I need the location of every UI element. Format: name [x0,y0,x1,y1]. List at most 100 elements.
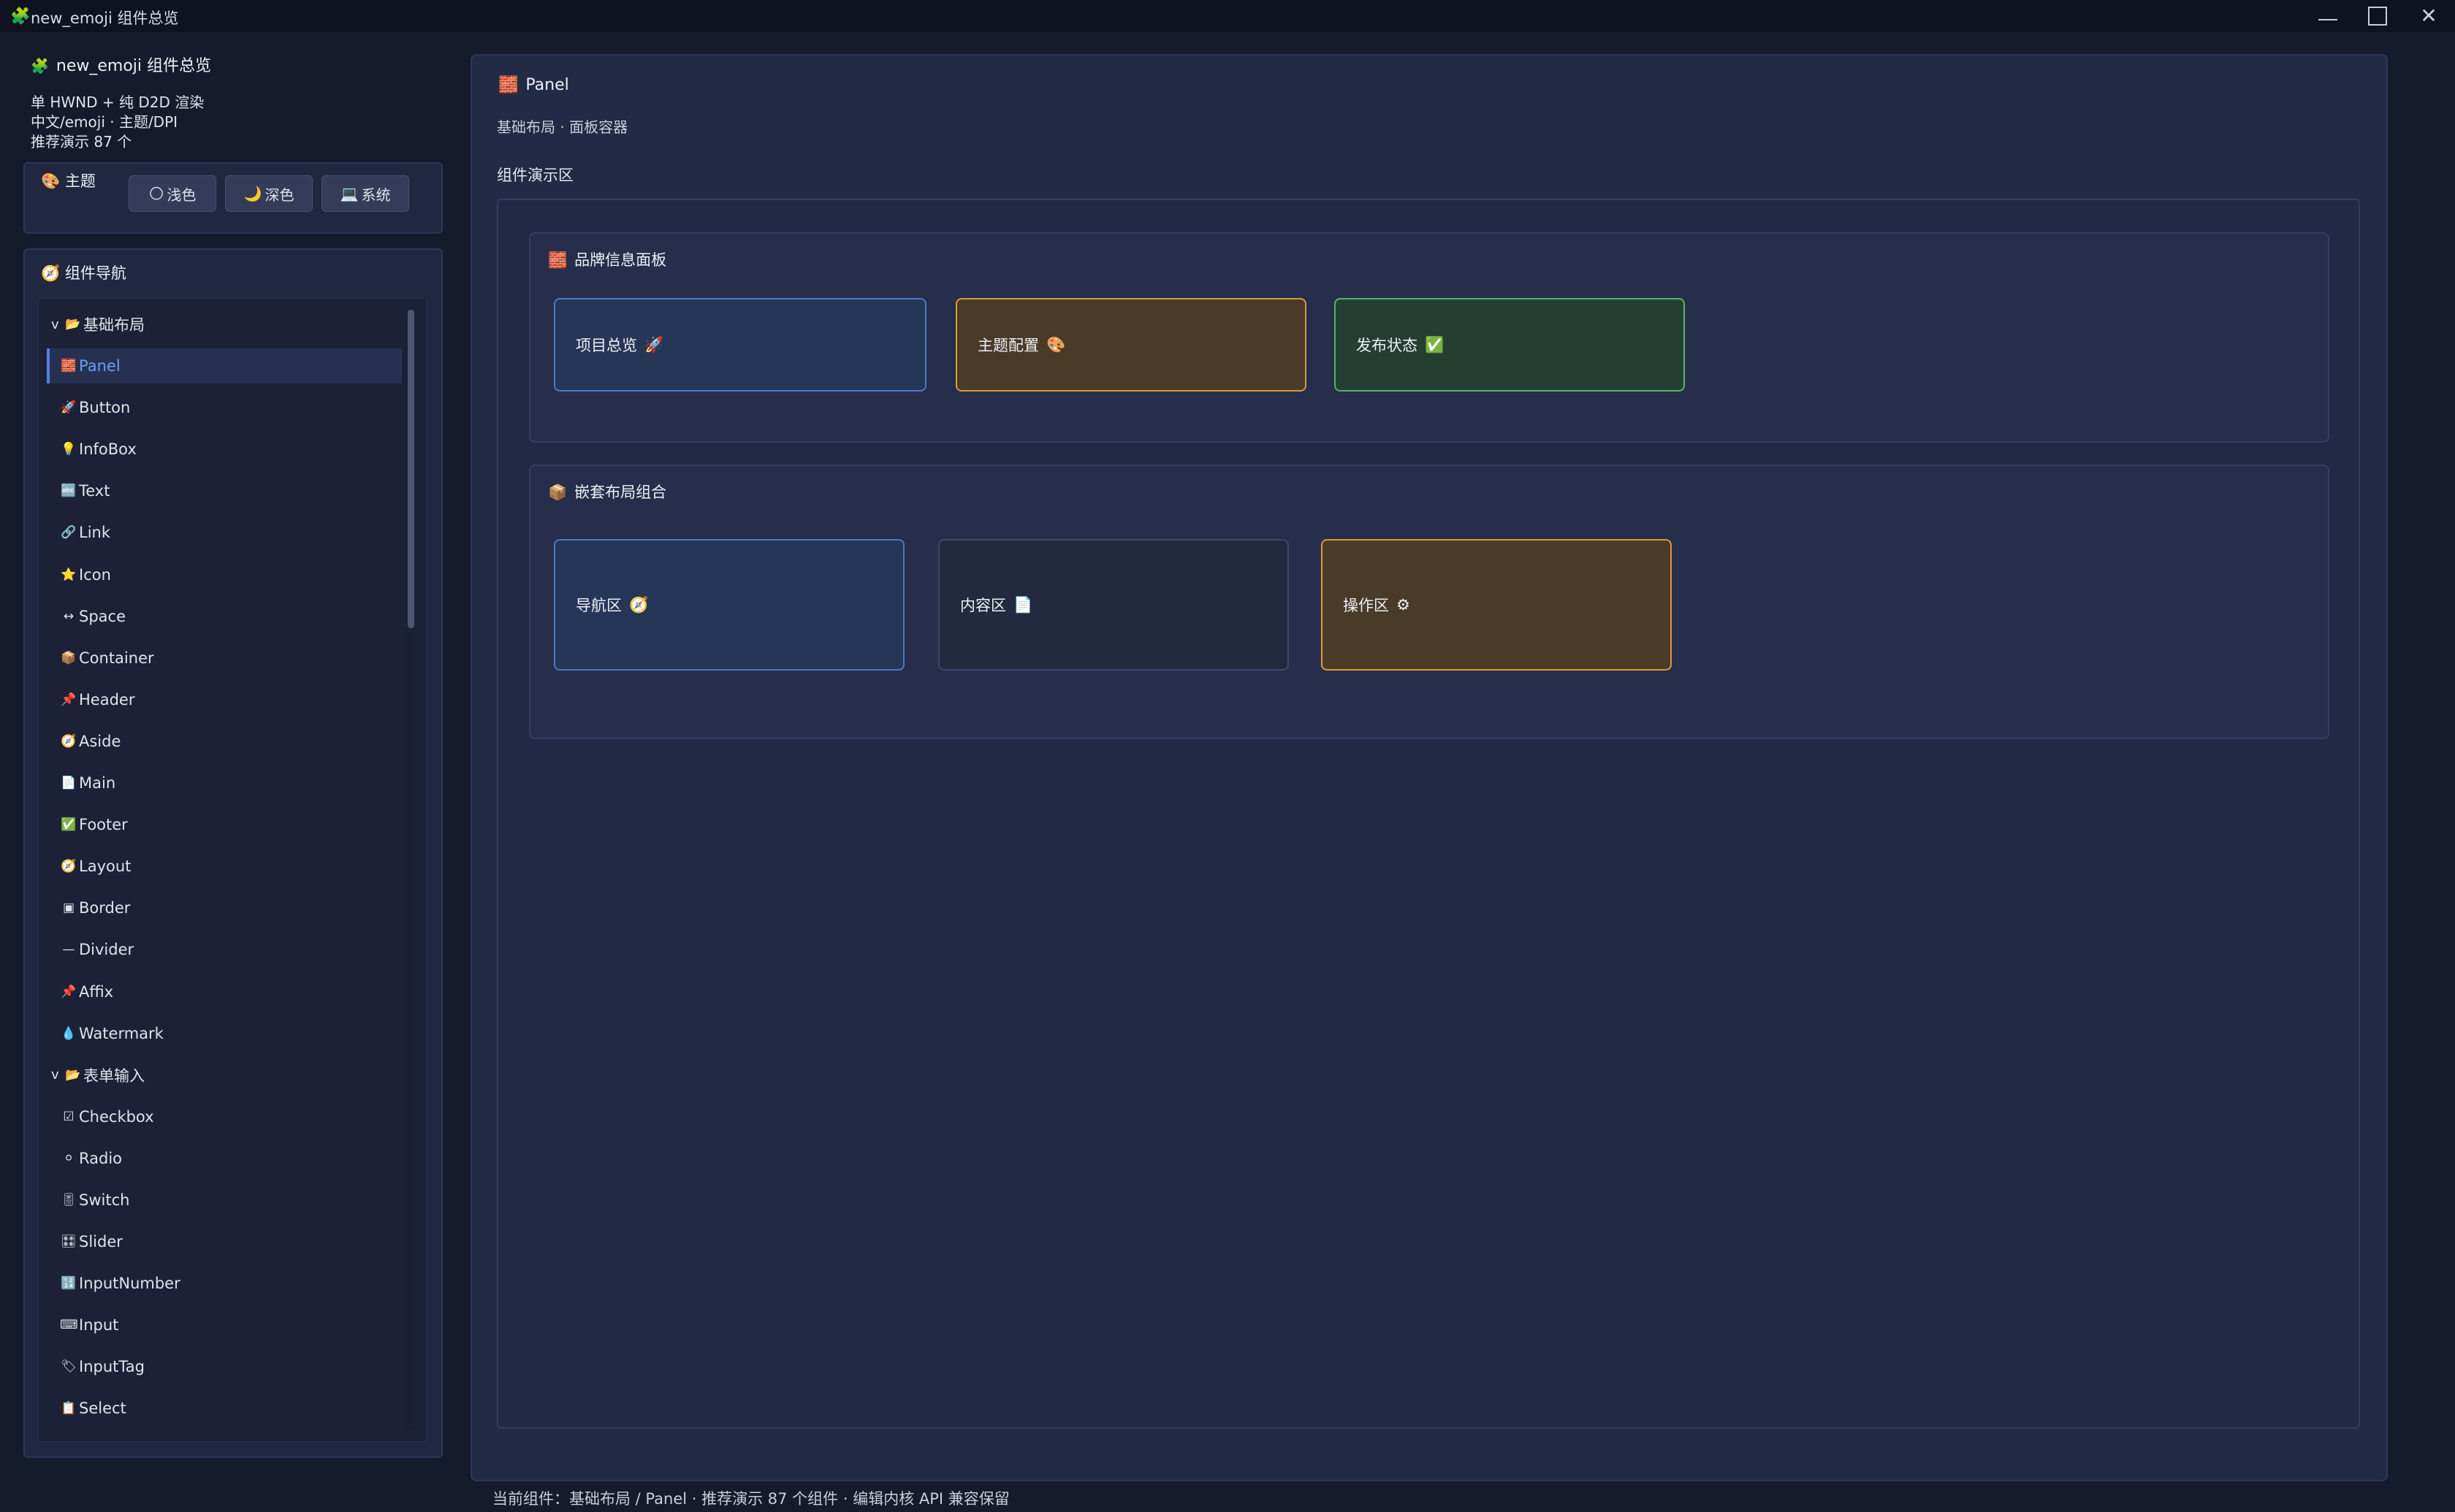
palette-icon: 🎨 [41,172,61,190]
panel-box[interactable]: 导航区 🧭 [554,539,905,671]
nav-item-icon: 🔤 [61,484,77,499]
nav-title: 🧭 组件导航 [41,261,126,283]
laptop-icon: 💻 [340,185,359,202]
nav-item-icon: 🔢 [61,1276,77,1291]
nav-item[interactable]: 🎛 Slider [47,1224,402,1259]
nav-item[interactable]: ✅ Footer [47,807,402,842]
gear-icon: ⚙ [1396,596,1410,614]
nav-item-icon: ⌨ [60,1318,78,1333]
page-subtitle: 基础布局 · 面板容器 [497,118,628,136]
nav-item-label: Button [79,399,131,417]
nav-item[interactable]: 📌 Header [47,682,402,717]
nav-item[interactable]: 🔢 InputNumber [47,1266,402,1301]
panel-box[interactable]: 主题配置 🎨 [956,298,1306,392]
maximize-icon [2368,7,2387,26]
nav-item[interactable]: ☑ Checkbox [47,1099,402,1134]
brick-icon: 🧱 [498,76,519,94]
nav-group[interactable]: v 📂 基础布局 [47,307,402,342]
theme-light-button[interactable]: 🌕 浅色 [129,175,216,212]
nav-item[interactable]: 🚀 Button [47,390,402,425]
nav-scrollbar-thumb[interactable] [408,310,414,628]
nav-item[interactable]: ⌨ Input [47,1307,402,1343]
nav-item-icon: 📌 [61,984,77,999]
theme-dark-button[interactable]: 🌙 深色 [225,175,313,212]
nav-item-icon: — [62,942,75,958]
nav-item[interactable]: 📦 Container [47,641,402,676]
minimize-icon [2318,19,2337,20]
nav-item-icon: ⚪ [63,1150,75,1166]
section-title: 📦 嵌套布局组合 [548,481,666,503]
expand-arrow-icon: v [51,316,59,332]
check-icon: ✅ [1425,335,1445,354]
full-moon-icon: 🌕 [148,185,164,202]
nav-item-icon: 🎚 [61,1192,77,1207]
nav-item[interactable]: 📌 Affix [47,974,402,1009]
nav-item-icon: 💧 [61,1026,77,1041]
box-label: 导航区 [576,597,622,614]
nav-item[interactable]: — Divider [47,932,402,967]
nav-item[interactable]: ⭐ Icon [47,557,402,592]
nav-item-icon: ☑ [63,1109,75,1124]
nav-item-icon: ▣ [62,901,75,916]
section-title-text: 品牌信息面板 [574,251,667,269]
panel-box[interactable]: 项目总览 🚀 [554,298,926,392]
nav-item-label: Switch [79,1191,130,1209]
nav-item[interactable]: 🔗 Link [47,515,402,550]
nav-item-label: Divider [79,941,134,959]
nav-item[interactable]: ▣ Border [47,890,402,925]
panel-box[interactable]: 发布状态 ✅ [1334,298,1685,392]
info-line: 中文/emoji · 主题/DPI [31,113,178,131]
panel-box[interactable]: 操作区 ⚙ [1321,539,1672,671]
nav-item-label: Affix [79,982,114,1001]
nav-item-label: Header [79,690,135,709]
theme-label-text: 主题 [64,172,96,190]
nav-item-label: Text [79,482,110,500]
section-title: 🧱 品牌信息面板 [548,248,666,270]
package-icon: 📦 [548,484,568,501]
nav-item-label: InfoBox [79,440,137,459]
theme-dark-label: 深色 [264,186,294,204]
nav-item[interactable]: ⚪ Radio [47,1141,402,1176]
expand-arrow-icon: v [51,1067,59,1083]
nav-item[interactable]: 📄 Main [47,765,402,801]
nav-item[interactable]: 🧱 Panel [47,348,402,384]
app-icon: 🧩 [10,7,31,26]
panel-box[interactable]: 内容区 📄 [938,539,1289,671]
title-bar: 🧩 new_emoji 组件总览 ✕ [0,0,2455,32]
nav-item[interactable]: 🏷 InputTag [47,1349,402,1384]
nav-item-label: Watermark [79,1024,164,1042]
box-label: 内容区 [960,597,1006,614]
section-title-text: 嵌套布局组合 [574,484,667,501]
nav-item[interactable]: 🧭 Layout [47,849,402,884]
nav-list: v 📂 基础布局 🧱 Panel 🚀 Button 💡 InfoBox 🔤 Text 🔗 Link ⭐ Ic… [47,307,402,1426]
nav-item[interactable]: 🔤 Text [47,473,402,508]
theme-system-label: 系统 [361,186,391,204]
sidebar-title-text: new_emoji 组件总览 [56,57,212,75]
nav-item-icon: 🏷 [61,1359,77,1375]
nav-item-icon: 📂 [65,317,81,332]
close-icon: ✕ [2420,4,2437,28]
theme-system-button[interactable]: 💻 系统 [321,175,409,212]
close-button[interactable]: ✕ [2404,0,2454,32]
nav-item-label: Select [79,1400,126,1418]
maximize-button[interactable] [2353,0,2402,32]
demo-area-label: 组件演示区 [497,167,574,184]
minimize-button[interactable] [2303,0,2353,32]
nav-item[interactable]: ↔ Space [47,599,402,634]
nav-item[interactable]: 📋 Select [47,1391,402,1426]
nav-item-icon: 💡 [61,442,77,457]
nav-item-label: Input [79,1316,119,1335]
brick-icon: 🧱 [548,251,568,269]
info-line: 推荐演示 87 个 [31,133,132,150]
rocket-icon: 🚀 [644,335,664,354]
nav-item[interactable]: 🎚 Switch [47,1183,402,1218]
nav-item-icon: 🎛 [61,1234,77,1250]
nav-item[interactable]: 💡 InfoBox [47,432,402,467]
nav-item-label: Footer [79,816,128,834]
nav-item-label: Aside [79,732,121,750]
nav-item[interactable]: 💧 Watermark [47,1016,402,1051]
nav-item-label: InputTag [79,1358,145,1376]
nav-group[interactable]: v 📂 表单输入 [47,1058,402,1093]
nav-item-icon: 📋 [61,1401,77,1416]
nav-item[interactable]: 🧭 Aside [47,724,402,759]
